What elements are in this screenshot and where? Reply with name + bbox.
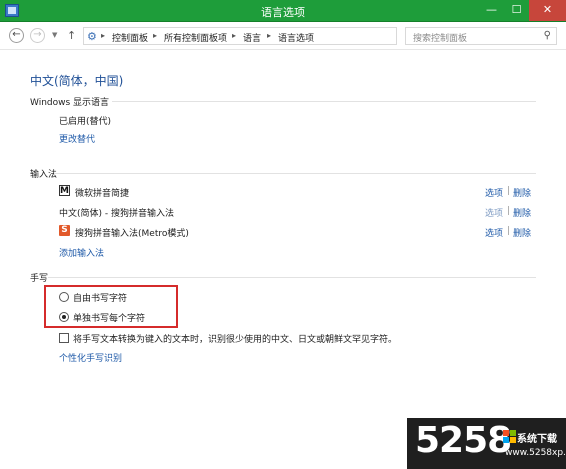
input-method-remove-link[interactable]: 删除 xyxy=(513,206,531,219)
input-method-label: 微软拼音简捷 xyxy=(75,189,130,199)
breadcrumb-separator-icon[interactable]: ▸ xyxy=(267,31,271,40)
breadcrumb-separator-icon[interactable]: ▸ xyxy=(153,31,157,40)
address-bar: ← → ▼ ↑ ⚙ ▸ 控制面板 ▸ 所有控制面板项 ▸ 语言 ▸ 语言选项 ▼… xyxy=(0,22,566,50)
link-separator: | xyxy=(507,186,511,196)
windows-flag-icon xyxy=(503,430,516,443)
recent-locations-chevron-icon[interactable]: ▼ xyxy=(52,31,57,39)
close-button[interactable]: ✕ xyxy=(529,0,566,21)
input-method-options-link[interactable]: 选项 xyxy=(485,206,503,219)
minimize-button[interactable]: — xyxy=(479,0,504,21)
input-method-remove-link[interactable]: 删除 xyxy=(513,226,531,239)
display-language-status: 已启用(替代) xyxy=(59,117,112,127)
path-box[interactable]: ⚙ ▸ 控制面板 ▸ 所有控制面板项 ▸ 语言 ▸ 语言选项 ▼ ↻ xyxy=(83,27,469,45)
free-write-label[interactable]: 自由书写字符 xyxy=(73,291,127,304)
rare-chars-checkbox[interactable] xyxy=(59,333,69,343)
site-watermark: 5258 系统下载 www.5258xp.com xyxy=(407,418,566,469)
handwriting-header: 手写 xyxy=(30,274,49,284)
input-method-label: 搜狗拼音输入法(Metro模式) xyxy=(75,229,189,239)
single-char-radio[interactable] xyxy=(59,312,69,322)
microsoft-pinyin-icon: M xyxy=(59,185,70,196)
link-separator: | xyxy=(507,226,511,236)
title-bar: 语言选项 — ☐ ✕ xyxy=(0,0,566,22)
rare-chars-label[interactable]: 将手写文本转换为键入的文本时，识别很少使用的中文、日文或朝鲜文罕见字符。 xyxy=(73,332,397,345)
personalize-handwriting-link[interactable]: 个性化手写识别 xyxy=(59,351,122,364)
forward-button[interactable]: → xyxy=(30,28,45,43)
free-write-radio[interactable] xyxy=(59,292,69,302)
single-char-label[interactable]: 单独书写每个字符 xyxy=(73,311,145,324)
search-input[interactable]: 搜索控制面板 ⚲ xyxy=(405,27,557,45)
breadcrumb-control-panel[interactable]: 控制面板 xyxy=(112,31,148,44)
back-button[interactable]: ← xyxy=(9,28,24,43)
input-methods-header: 输入法 xyxy=(30,170,58,180)
input-method-remove-link[interactable]: 删除 xyxy=(513,186,531,199)
page-title: 中文(简体，中国) xyxy=(30,74,124,88)
input-method-options-link[interactable]: 选项 xyxy=(485,186,503,199)
section-divider xyxy=(48,277,536,278)
sogou-icon: S xyxy=(59,225,70,236)
breadcrumb-language[interactable]: 语言 xyxy=(243,31,261,44)
up-arrow-icon[interactable]: ↑ xyxy=(67,29,76,42)
add-input-method-link[interactable]: 添加输入法 xyxy=(59,246,104,259)
breadcrumb-separator-icon[interactable]: ▸ xyxy=(232,31,236,40)
control-panel-path-icon: ⚙ xyxy=(87,30,97,43)
breadcrumb-separator-icon[interactable]: ▸ xyxy=(101,31,105,40)
breadcrumb-all-items[interactable]: 所有控制面板项 xyxy=(164,31,227,44)
search-icon[interactable]: ⚲ xyxy=(544,30,551,41)
link-separator: | xyxy=(507,206,511,216)
search-placeholder: 搜索控制面板 xyxy=(413,34,468,44)
input-method-label: 中文(简体) - 搜狗拼音输入法 xyxy=(59,209,174,219)
language-options-panel: 中文(简体，中国) Windows 显示语言 已启用(替代) 更改替代 输入法 … xyxy=(0,51,566,469)
watermark-name: 系统下载 xyxy=(517,434,557,445)
maximize-button[interactable]: ☐ xyxy=(504,0,529,21)
watermark-url: www.5258xp.com xyxy=(505,448,566,458)
section-divider xyxy=(112,101,536,102)
display-language-header: Windows 显示语言 xyxy=(30,98,110,108)
change-override-link[interactable]: 更改替代 xyxy=(59,132,95,145)
input-method-options-link[interactable]: 选项 xyxy=(485,226,503,239)
section-divider xyxy=(54,173,536,174)
watermark-number: 5258 xyxy=(415,420,512,461)
breadcrumb-language-options[interactable]: 语言选项 xyxy=(278,31,314,44)
